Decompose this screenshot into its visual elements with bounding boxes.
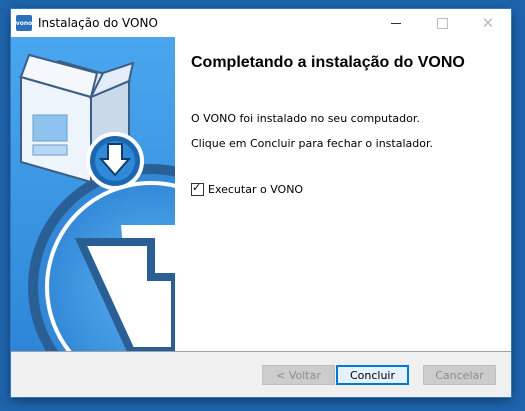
minimize-icon — [391, 22, 401, 24]
close-instruction: Clique em Concluir para fechar o instala… — [191, 137, 433, 150]
run-after-install-option[interactable]: ✓ Executar o VONO — [191, 181, 303, 196]
minimize-button[interactable] — [373, 9, 419, 37]
app-icon: vono — [16, 15, 32, 31]
run-checkbox[interactable]: ✓ — [191, 181, 204, 196]
installed-message: O VONO foi instalado no seu computador. — [191, 112, 420, 125]
run-checkbox-label[interactable]: Executar o VONO — [208, 183, 303, 196]
finish-button[interactable]: Concluir — [336, 365, 409, 385]
window-title: Instalação do VONO — [38, 16, 158, 30]
app-icon-text: vono — [15, 19, 33, 27]
close-button[interactable]: ✕ — [465, 9, 511, 37]
main-content: Completando a instalação do VONO O VONO … — [175, 37, 511, 351]
maximize-button — [419, 9, 465, 37]
title-bar[interactable]: vono Instalação do VONO ✕ — [11, 9, 511, 37]
checkmark-icon: ✓ — [192, 181, 202, 194]
maximize-icon — [436, 17, 448, 29]
page-title: Completando a instalação do VONO — [191, 54, 465, 71]
installer-banner-image — [11, 37, 175, 351]
install-box-illustration — [11, 37, 175, 351]
cancel-button: Cancelar — [423, 365, 496, 385]
close-icon: ✕ — [481, 14, 495, 32]
desktop-background: vono Instalação do VONO ✕ Completando a … — [0, 0, 525, 411]
installer-window: vono Instalação do VONO ✕ Completando a … — [11, 9, 511, 397]
back-button: < Voltar — [262, 365, 335, 385]
button-bar: < Voltar Concluir Cancelar — [11, 352, 511, 397]
